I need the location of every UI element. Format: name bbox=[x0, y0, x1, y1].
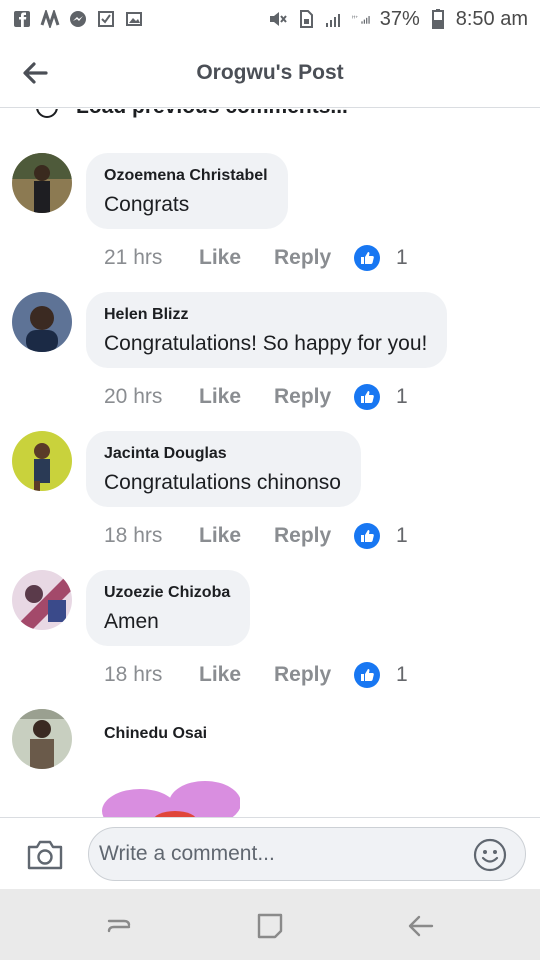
comment-time[interactable]: 18 hrs bbox=[104, 663, 199, 687]
comment-time[interactable]: 18 hrs bbox=[104, 524, 199, 548]
load-previous-label: Load previous comments... bbox=[76, 109, 348, 119]
camera-button[interactable] bbox=[26, 839, 64, 871]
camera-icon bbox=[27, 840, 63, 870]
flower-sticker[interactable] bbox=[100, 781, 240, 817]
comments-list: Load previous comments... Ozoemena Chris… bbox=[0, 109, 540, 817]
recents-button[interactable] bbox=[104, 911, 134, 941]
load-more-icon bbox=[36, 109, 58, 118]
comment-text: Amen bbox=[104, 610, 159, 633]
comment-author[interactable]: Helen Blizz bbox=[104, 306, 427, 324]
thumbs-up-icon[interactable] bbox=[354, 662, 380, 688]
back-button[interactable] bbox=[18, 56, 52, 90]
comment: Uzoezie Chizoba Amen 18 hrs Like Reply 1 bbox=[12, 570, 532, 700]
reaction-count[interactable]: 1 bbox=[396, 246, 408, 270]
thumbs-up-icon[interactable] bbox=[354, 523, 380, 549]
comment-author[interactable]: Chinedu Osai bbox=[104, 725, 207, 743]
home-button[interactable] bbox=[255, 911, 285, 941]
comment-author[interactable]: Jacinta Douglas bbox=[104, 445, 341, 463]
reaction-count[interactable]: 1 bbox=[396, 663, 408, 687]
like-button[interactable]: Like bbox=[199, 246, 274, 270]
like-button[interactable]: Like bbox=[199, 385, 274, 409]
comment-author[interactable]: Uzoezie Chizoba bbox=[104, 584, 230, 602]
svg-text:H+: H+ bbox=[352, 14, 358, 19]
comment-text: Congrats bbox=[104, 193, 190, 216]
reaction-count[interactable]: 1 bbox=[396, 385, 408, 409]
signal-icon bbox=[324, 9, 344, 29]
comment-time[interactable]: 20 hrs bbox=[104, 385, 199, 409]
battery-percent: 37% bbox=[379, 7, 420, 30]
comment-bubble: Ozoemena Christabel Congrats bbox=[86, 153, 288, 229]
comment: Ozoemena Christabel Congrats 21 hrs Like… bbox=[12, 153, 532, 283]
comment-time[interactable]: 21 hrs bbox=[104, 246, 199, 270]
comment-input[interactable] bbox=[88, 827, 526, 881]
thumbs-up-icon[interactable] bbox=[354, 245, 380, 271]
avatar[interactable] bbox=[12, 431, 72, 491]
comment-actions: 18 hrs Like Reply 1 bbox=[104, 523, 408, 549]
hplus-signal-icon: H+ bbox=[352, 9, 372, 29]
emoji-icon bbox=[473, 838, 507, 872]
comment: Helen Blizz Congratulations! So happy fo… bbox=[12, 292, 532, 422]
clock: 8:50 am bbox=[455, 7, 528, 30]
comment-bubble: Uzoezie Chizoba Amen bbox=[86, 570, 251, 646]
comment-text: Congratulations chinonso bbox=[104, 471, 341, 494]
back-arrow-icon bbox=[23, 62, 48, 84]
gallery-icon bbox=[124, 9, 144, 29]
battery-icon bbox=[428, 9, 448, 29]
comment: Chinedu Osai bbox=[12, 709, 532, 817]
avatar[interactable] bbox=[12, 570, 72, 630]
reply-button[interactable]: Reply bbox=[274, 663, 354, 687]
back-nav-button[interactable] bbox=[406, 911, 436, 941]
comment-actions: 20 hrs Like Reply 1 bbox=[104, 384, 408, 410]
comment: Jacinta Douglas Congratulations chinonso… bbox=[12, 431, 532, 561]
avatar[interactable] bbox=[12, 709, 72, 769]
system-status: H+ 37% 8:50 am bbox=[268, 8, 528, 31]
emoji-button[interactable] bbox=[473, 838, 507, 872]
like-button[interactable]: Like bbox=[199, 663, 274, 687]
system-nav-bar bbox=[0, 889, 540, 960]
status-bar: H+ 37% 8:50 am bbox=[0, 0, 540, 38]
back-nav-icon bbox=[408, 915, 434, 937]
reply-button[interactable]: Reply bbox=[274, 246, 354, 270]
recents-icon bbox=[107, 919, 131, 933]
like-button[interactable]: Like bbox=[199, 524, 274, 548]
header: Orogwu's Post bbox=[0, 38, 540, 108]
comment-actions: 21 hrs Like Reply 1 bbox=[104, 245, 408, 271]
checkbox-icon bbox=[96, 9, 116, 29]
comment-bubble: Jacinta Douglas Congratulations chinonso bbox=[86, 431, 361, 507]
mute-icon bbox=[268, 9, 288, 29]
notification-icons bbox=[12, 9, 144, 29]
comment-bubble: Helen Blizz Congratulations! So happy fo… bbox=[86, 292, 448, 368]
thumbs-up-icon[interactable] bbox=[354, 384, 380, 410]
home-icon bbox=[257, 913, 283, 939]
reply-button[interactable]: Reply bbox=[274, 385, 354, 409]
facebook-icon bbox=[12, 9, 32, 29]
reaction-count[interactable]: 1 bbox=[396, 524, 408, 548]
load-previous-comments[interactable]: Load previous comments... bbox=[36, 109, 348, 119]
news-icon bbox=[40, 9, 60, 29]
page-title: Orogwu's Post bbox=[196, 60, 344, 84]
comment-text: Congratulations! So happy for you! bbox=[104, 332, 428, 355]
comment-actions: 18 hrs Like Reply 1 bbox=[104, 662, 408, 688]
messenger-icon bbox=[68, 9, 88, 29]
avatar[interactable] bbox=[12, 292, 72, 352]
avatar[interactable] bbox=[12, 153, 72, 213]
sim-icon bbox=[296, 9, 316, 29]
reply-button[interactable]: Reply bbox=[274, 524, 354, 548]
comment-composer bbox=[0, 817, 540, 889]
comment-author[interactable]: Ozoemena Christabel bbox=[104, 167, 268, 185]
